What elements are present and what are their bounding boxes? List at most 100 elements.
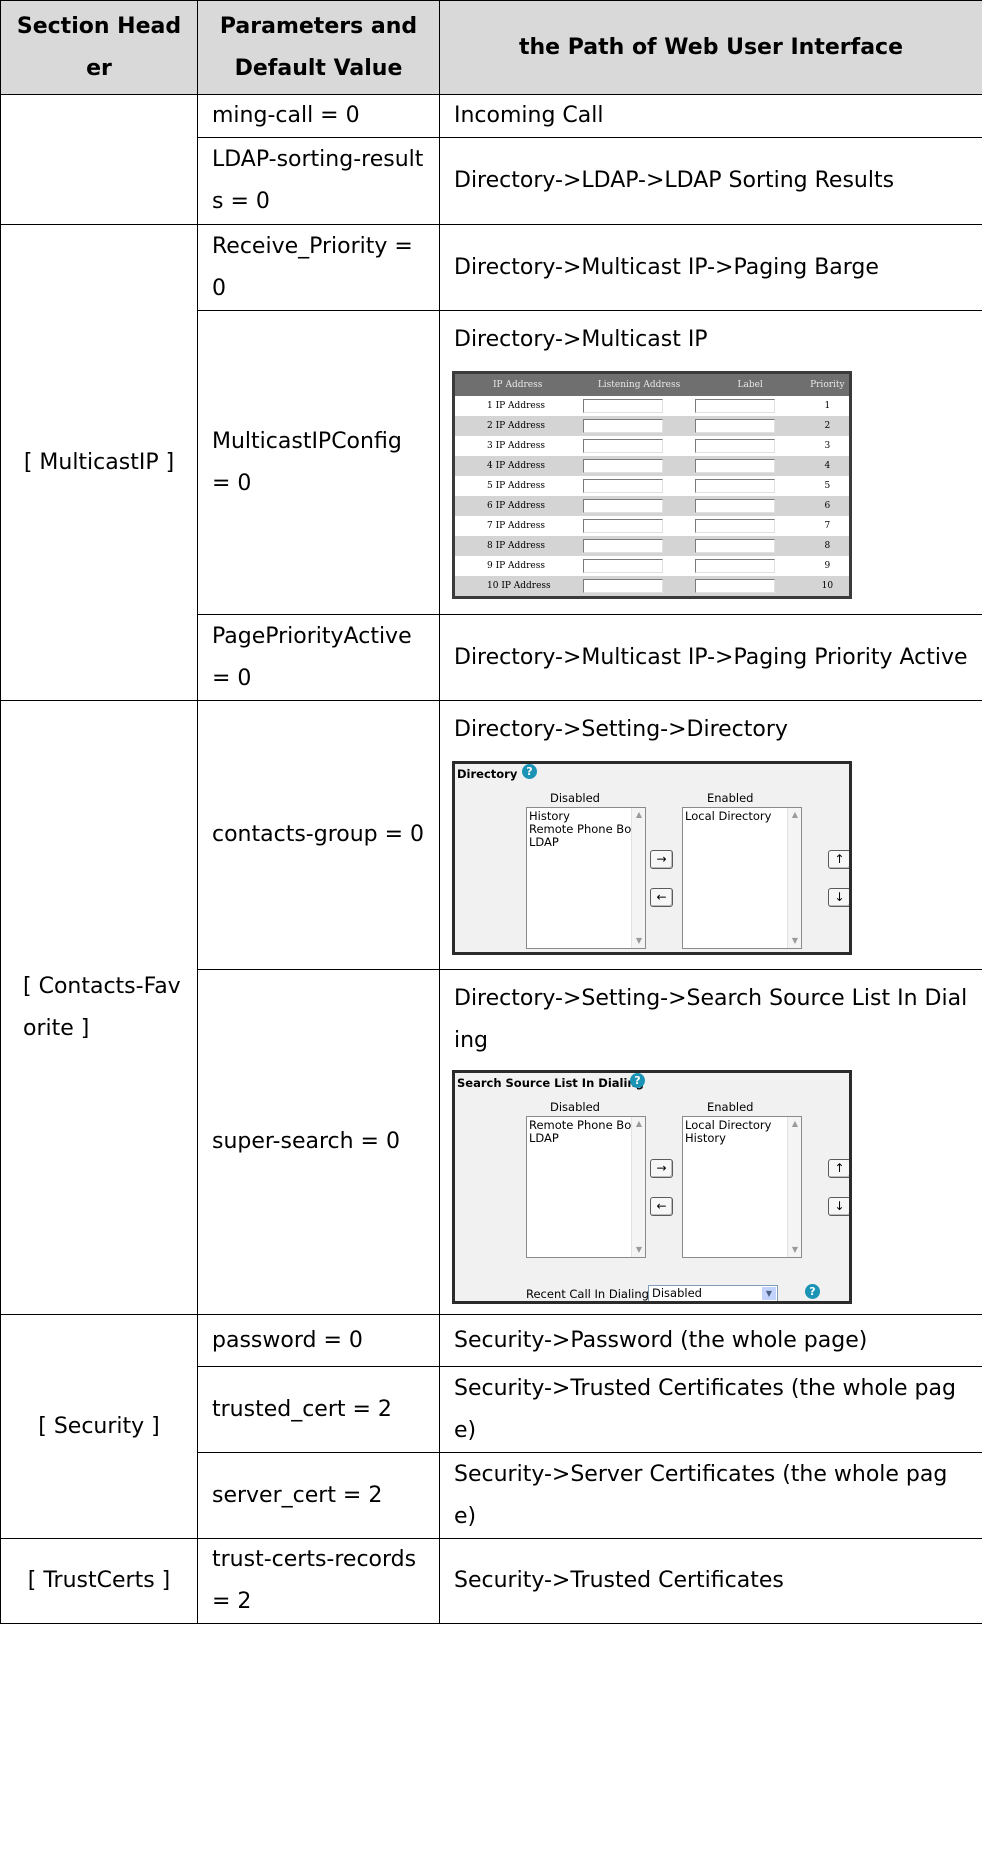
multicast-row: 9 IP Address 9 — [455, 556, 849, 576]
priority-value: 10 — [821, 581, 834, 591]
scrollbar[interactable]: ▲ ▼ — [631, 808, 645, 948]
list-item[interactable]: LDAP — [529, 836, 645, 849]
path-cell: Security->Trusted Certificates — [439, 1538, 982, 1624]
enabled-list[interactable]: Local Directory History ▲ ▼ — [682, 1116, 802, 1258]
listening-address-input[interactable] — [583, 459, 664, 473]
scroll-up-icon[interactable]: ▲ — [788, 808, 801, 822]
label-input[interactable] — [694, 419, 775, 433]
directory-title: Directory — [457, 767, 518, 781]
param-cell: server_cert = 2 — [197, 1452, 440, 1539]
priority-value: 9 — [824, 561, 831, 571]
multicast-row: 1 IP Address 1 — [455, 396, 849, 416]
label-input[interactable] — [694, 499, 775, 513]
path-cell: Directory->LDAP->LDAP Sorting Results — [439, 137, 982, 225]
recent-call-select[interactable]: Disabled ▼ — [648, 1285, 778, 1301]
chevron-down-icon[interactable]: ▼ — [762, 1287, 776, 1300]
disabled-list[interactable]: History Remote Phone Bool LDAP ▲ ▼ — [526, 807, 646, 949]
header-path: the Path of Web User Interface — [439, 0, 982, 95]
listening-address-input[interactable] — [583, 559, 664, 573]
priority-value: 7 — [824, 521, 831, 531]
param-cell: trust-certs-records = 2 — [197, 1538, 440, 1624]
path-cell: Directory->Multicast IP->Paging Priority… — [439, 614, 982, 701]
help-icon[interactable]: ? — [630, 1073, 645, 1088]
move-down-button[interactable]: ↓ — [828, 1197, 849, 1216]
move-down-button[interactable]: ↓ — [828, 888, 849, 907]
ip-address-label: 7 IP Address — [487, 521, 545, 531]
disabled-label: Disabled — [550, 791, 600, 805]
section-cell: [ TrustCerts ] — [0, 1538, 198, 1624]
scroll-up-icon[interactable]: ▲ — [788, 1117, 801, 1131]
param-cell: super-search = 0 — [197, 969, 440, 1315]
path-cell: Security->Trusted Certificates (the whol… — [439, 1366, 982, 1453]
table-row: [ Contacts-Favorite ] contacts-group = 0… — [0, 700, 982, 1315]
disabled-list[interactable]: Remote Phone Bool LDAP ▲ ▼ — [526, 1116, 646, 1258]
move-right-button[interactable]: → — [650, 1159, 673, 1178]
label-input[interactable] — [694, 579, 775, 593]
priority-value: 1 — [824, 401, 831, 411]
priority-value: 5 — [824, 481, 831, 491]
list-item[interactable]: Local Directory — [685, 810, 801, 823]
path-text: Directory->Multicast IP — [454, 327, 708, 352]
listening-address-input[interactable] — [583, 539, 664, 553]
label-input[interactable] — [694, 399, 775, 413]
label-input[interactable] — [694, 459, 775, 473]
multicast-row: 2 IP Address 2 — [455, 416, 849, 436]
listening-address-input[interactable] — [583, 399, 664, 413]
directory-settings-screenshot: Directory ? Disabled Enabled History Rem… — [452, 761, 852, 955]
label-input[interactable] — [694, 539, 775, 553]
label-input[interactable] — [694, 439, 775, 453]
scroll-down-icon[interactable]: ▼ — [632, 1243, 645, 1257]
label-input[interactable] — [694, 519, 775, 533]
scroll-up-icon[interactable]: ▲ — [632, 808, 645, 822]
scroll-down-icon[interactable]: ▼ — [788, 1243, 801, 1257]
label-input[interactable] — [694, 479, 775, 493]
listening-address-input[interactable] — [583, 439, 664, 453]
path-cell: Security->Server Certificates (the whole… — [439, 1452, 982, 1539]
list-item[interactable]: History — [685, 1132, 801, 1145]
section-cell-empty — [0, 94, 198, 225]
param-cell: MulticastIPConfig = 0 — [197, 310, 440, 615]
help-icon[interactable]: ? — [805, 1284, 820, 1299]
ip-address-label: 5 IP Address — [487, 481, 545, 491]
ip-address-label: 10 IP Address — [487, 581, 551, 591]
scroll-down-icon[interactable]: ▼ — [632, 934, 645, 948]
ip-address-label: 3 IP Address — [487, 441, 545, 451]
search-source-screenshot: Search Source List In Dialing ? Disabled… — [452, 1070, 852, 1304]
label-input[interactable] — [694, 559, 775, 573]
scrollbar[interactable]: ▲ ▼ — [787, 808, 801, 948]
table-header-row: Section Header Parameters and Default Va… — [0, 0, 982, 95]
ip-address-label: 9 IP Address — [487, 561, 545, 571]
multicast-ip-screenshot: IP Address Listening Address Label Prior… — [452, 371, 852, 599]
move-right-button[interactable]: → — [650, 850, 673, 869]
listening-address-input[interactable] — [583, 499, 664, 513]
scroll-up-icon[interactable]: ▲ — [632, 1117, 645, 1131]
scroll-down-icon[interactable]: ▼ — [788, 934, 801, 948]
path-cell: Security->Password (the whole page) — [439, 1314, 982, 1367]
ip-address-label: 8 IP Address — [487, 541, 545, 551]
multicast-row: 7 IP Address 7 — [455, 516, 849, 536]
enabled-list[interactable]: Local Directory ▲ ▼ — [682, 807, 802, 949]
param-cell: trusted_cert = 2 — [197, 1366, 440, 1453]
ip-address-label: 2 IP Address — [487, 421, 545, 431]
listening-address-input[interactable] — [583, 479, 664, 493]
param-cell: ming-call = 0 — [197, 94, 440, 138]
table-row: ming-call = 0 Incoming Call — [0, 94, 982, 225]
move-left-button[interactable]: ← — [650, 888, 673, 907]
listening-address-input[interactable] — [583, 579, 664, 593]
scrollbar[interactable]: ▲ ▼ — [631, 1117, 645, 1257]
header-parameters: Parameters and Default Value — [197, 0, 440, 95]
list-item[interactable]: LDAP — [529, 1132, 645, 1145]
multicast-header-row: IP Address Listening Address Label Prior… — [455, 374, 849, 396]
priority-value: 4 — [824, 461, 831, 471]
priority-value: 2 — [824, 421, 831, 431]
recent-call-value: Disabled — [652, 1286, 702, 1300]
move-left-button[interactable]: ← — [650, 1197, 673, 1216]
path-cell: Directory->Multicast IP->Paging Barge — [439, 224, 982, 311]
help-icon[interactable]: ? — [522, 764, 537, 779]
listening-address-input[interactable] — [583, 419, 664, 433]
move-up-button[interactable]: ↑ — [828, 850, 849, 869]
move-up-button[interactable]: ↑ — [828, 1159, 849, 1178]
listening-address-input[interactable] — [583, 519, 664, 533]
col-ip-address: IP Address — [493, 380, 543, 390]
scrollbar[interactable]: ▲ ▼ — [787, 1117, 801, 1257]
